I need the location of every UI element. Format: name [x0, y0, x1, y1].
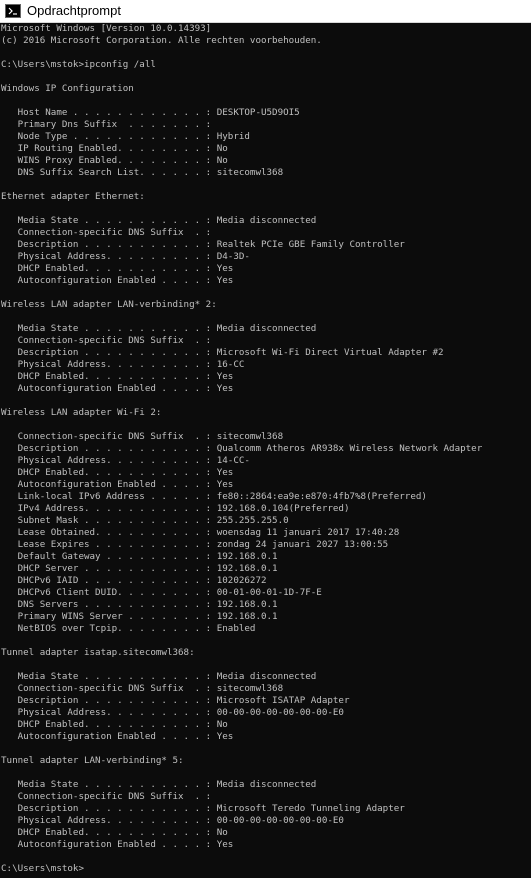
console-line: Tunnel adapter isatap.sitecomwl368:	[1, 647, 195, 658]
console-line: Media State . . . . . . . . . . . : Medi…	[1, 779, 317, 790]
console-line: Physical Address. . . . . . . . . : 14-C…	[1, 455, 250, 466]
console-line: NetBIOS over Tcpip. . . . . . . . : Enab…	[1, 623, 256, 634]
console-line: Wireless LAN adapter Wi-Fi 2:	[1, 407, 162, 418]
command-prompt-window: Opdrachtprompt Microsoft Windows [Versio…	[0, 0, 531, 878]
console-line: Connection-specific DNS Suffix . :	[1, 227, 212, 238]
console-line: Windows IP Configuration	[1, 83, 134, 94]
console-line: Lease Expires . . . . . . . . . . : zond…	[1, 539, 389, 550]
console-line: Physical Address. . . . . . . . . : 00-0…	[1, 815, 344, 826]
cmd-icon	[5, 4, 21, 18]
console-line: DHCP Enabled. . . . . . . . . . . : No	[1, 827, 228, 838]
console-line: DHCP Enabled. . . . . . . . . . . : Yes	[1, 467, 234, 478]
console-line: Autoconfiguration Enabled . . . . : Yes	[1, 275, 234, 286]
window-title: Opdrachtprompt	[27, 3, 121, 18]
console-line: DHCPv6 Client DUID. . . . . . . . : 00-0…	[1, 587, 322, 598]
console-line: DNS Suffix Search List. . . . . . : site…	[1, 167, 284, 178]
console-line: Autoconfiguration Enabled . . . . : Yes	[1, 479, 234, 490]
console-line: Subnet Mask . . . . . . . . . . . : 255.…	[1, 515, 289, 526]
console-line: DHCP Enabled. . . . . . . . . . . : No	[1, 719, 228, 730]
console-line: Tunnel adapter LAN-verbinding* 5:	[1, 755, 184, 766]
console-line: Media State . . . . . . . . . . . : Medi…	[1, 671, 317, 682]
console-line: Media State . . . . . . . . . . . : Medi…	[1, 323, 317, 334]
console-line: IPv4 Address. . . . . . . . . . . : 192.…	[1, 503, 350, 514]
console-line: Description . . . . . . . . . . . : Qual…	[1, 443, 483, 454]
console-line: Physical Address. . . . . . . . . : 00-0…	[1, 707, 344, 718]
console-line: DHCP Enabled. . . . . . . . . . . : Yes	[1, 263, 234, 274]
console-line: Node Type . . . . . . . . . . . . : Hybr…	[1, 131, 250, 142]
console-line: Ethernet adapter Ethernet:	[1, 191, 145, 202]
console-line: IP Routing Enabled. . . . . . . . : No	[1, 143, 228, 154]
console-line: Host Name . . . . . . . . . . . . : DESK…	[1, 107, 300, 118]
console-line: Primary Dns Suffix . . . . . . . :	[1, 119, 212, 130]
title-bar[interactable]: Opdrachtprompt	[0, 0, 531, 23]
console-line: Connection-specific DNS Suffix . : sitec…	[1, 431, 284, 442]
console-line: Media State . . . . . . . . . . . : Medi…	[1, 215, 317, 226]
console-line: WINS Proxy Enabled. . . . . . . . : No	[1, 155, 228, 166]
console-line: DNS Servers . . . . . . . . . . . : 192.…	[1, 599, 278, 610]
console-line: Default Gateway . . . . . . . . . : 192.…	[1, 551, 278, 562]
console-line: Lease Obtained. . . . . . . . . . : woen…	[1, 527, 400, 538]
console-line: Link-local IPv6 Address . . . . . : fe80…	[1, 491, 427, 502]
console-output[interactable]: Microsoft Windows [Version 10.0.14393] (c…	[0, 23, 531, 878]
console-line: Autoconfiguration Enabled . . . . : Yes	[1, 731, 234, 742]
console-line: C:\Users\mstok>ipconfig /all	[1, 59, 156, 70]
console-line: Physical Address. . . . . . . . . : D4-3…	[1, 251, 250, 262]
console-line: Description . . . . . . . . . . . : Micr…	[1, 803, 405, 814]
console-line: Autoconfiguration Enabled . . . . : Yes	[1, 383, 234, 394]
console-line: Physical Address. . . . . . . . . : 16-C…	[1, 359, 245, 370]
console-line: (c) 2016 Microsoft Corporation. Alle rec…	[1, 35, 322, 46]
console-line: Description . . . . . . . . . . . : Micr…	[1, 347, 444, 358]
console-line: Connection-specific DNS Suffix . :	[1, 791, 212, 802]
console-line: DHCP Enabled. . . . . . . . . . . : Yes	[1, 371, 234, 382]
console-line: Connection-specific DNS Suffix . : sitec…	[1, 683, 284, 694]
console-line: DHCP Server . . . . . . . . . . . : 192.…	[1, 563, 278, 574]
console-line: Wireless LAN adapter LAN-verbinding* 2:	[1, 299, 217, 310]
console-line: Connection-specific DNS Suffix . :	[1, 335, 212, 346]
console-line: Description . . . . . . . . . . . : Micr…	[1, 695, 350, 706]
console-line: Autoconfiguration Enabled . . . . : Yes	[1, 839, 234, 850]
console-line: DHCPv6 IAID . . . . . . . . . . . : 1020…	[1, 575, 267, 586]
console-line: C:\Users\mstok>	[1, 863, 84, 874]
console-line: Primary WINS Server . . . . . . . : 192.…	[1, 611, 278, 622]
console-line: Microsoft Windows [Version 10.0.14393]	[1, 23, 212, 34]
console-line: Description . . . . . . . . . . . : Real…	[1, 239, 405, 250]
